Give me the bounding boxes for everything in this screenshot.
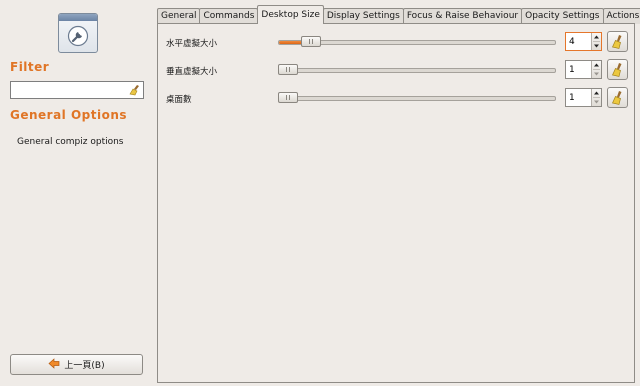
slider-handle[interactable] bbox=[278, 92, 298, 103]
tab-commands[interactable]: Commands bbox=[199, 8, 259, 24]
tab-desktop-size[interactable]: Desktop Size bbox=[257, 5, 324, 24]
desktops-slider[interactable] bbox=[278, 96, 556, 101]
setting-label: 水平虛擬大小 bbox=[166, 39, 218, 49]
settings-page: 水平虛擬大小 垂直虛擬大小 bbox=[157, 23, 635, 383]
plugin-description: General compiz options bbox=[17, 137, 124, 147]
vsize-spinbutton[interactable] bbox=[565, 60, 602, 79]
compiz-settings-icon bbox=[58, 13, 98, 53]
tab-opacity-settings[interactable]: Opacity Settings bbox=[521, 8, 604, 24]
tab-bar: General Commands Desktop Size Display Se… bbox=[157, 5, 640, 24]
hsize-spinbutton[interactable] bbox=[565, 32, 602, 51]
spin-down-icon[interactable] bbox=[593, 69, 600, 78]
vsize-value-input[interactable] bbox=[566, 61, 592, 78]
desktops-value-input[interactable] bbox=[566, 89, 592, 106]
reset-vsize-button[interactable] bbox=[607, 59, 628, 80]
hsize-value-input[interactable] bbox=[566, 33, 592, 50]
setting-row-hsize: 水平虛擬大小 bbox=[158, 31, 634, 53]
filter-heading: Filter bbox=[10, 60, 50, 74]
reset-hsize-button[interactable] bbox=[607, 31, 628, 52]
slider-handle[interactable] bbox=[301, 36, 322, 47]
tab-general[interactable]: General bbox=[157, 8, 201, 24]
back-button[interactable]: 上一頁(B) bbox=[10, 354, 143, 375]
tab-display-settings[interactable]: Display Settings bbox=[322, 8, 404, 24]
general-options-heading: General Options bbox=[10, 108, 128, 122]
broom-icon bbox=[612, 63, 622, 77]
setting-label: 垂直虛擬大小 bbox=[166, 67, 218, 77]
desktops-spinbutton[interactable] bbox=[565, 88, 602, 107]
tab-focus-raise-behaviour[interactable]: Focus & Raise Behaviour bbox=[402, 8, 523, 24]
back-button-label: 上一頁(B) bbox=[64, 361, 105, 371]
reset-desktops-button[interactable] bbox=[607, 87, 628, 108]
spin-up-icon[interactable] bbox=[593, 61, 600, 69]
arrow-left-icon bbox=[48, 357, 60, 372]
spin-down-icon[interactable] bbox=[593, 97, 600, 106]
setting-row-desktops: 桌面數 bbox=[158, 87, 634, 109]
setting-label: 桌面數 bbox=[166, 95, 192, 105]
vsize-slider[interactable] bbox=[278, 68, 556, 73]
broom-icon bbox=[612, 35, 622, 49]
broom-icon[interactable] bbox=[129, 84, 141, 99]
filter-field[interactable] bbox=[10, 81, 144, 99]
tab-actions[interactable]: Actions bbox=[602, 8, 640, 24]
setting-row-vsize: 垂直虛擬大小 bbox=[158, 59, 634, 81]
slider-handle[interactable] bbox=[278, 64, 298, 75]
spin-down-icon[interactable] bbox=[593, 41, 600, 50]
spin-up-icon[interactable] bbox=[593, 33, 600, 41]
spin-up-icon[interactable] bbox=[593, 89, 600, 97]
filter-input[interactable] bbox=[14, 83, 124, 97]
broom-icon bbox=[612, 91, 622, 105]
